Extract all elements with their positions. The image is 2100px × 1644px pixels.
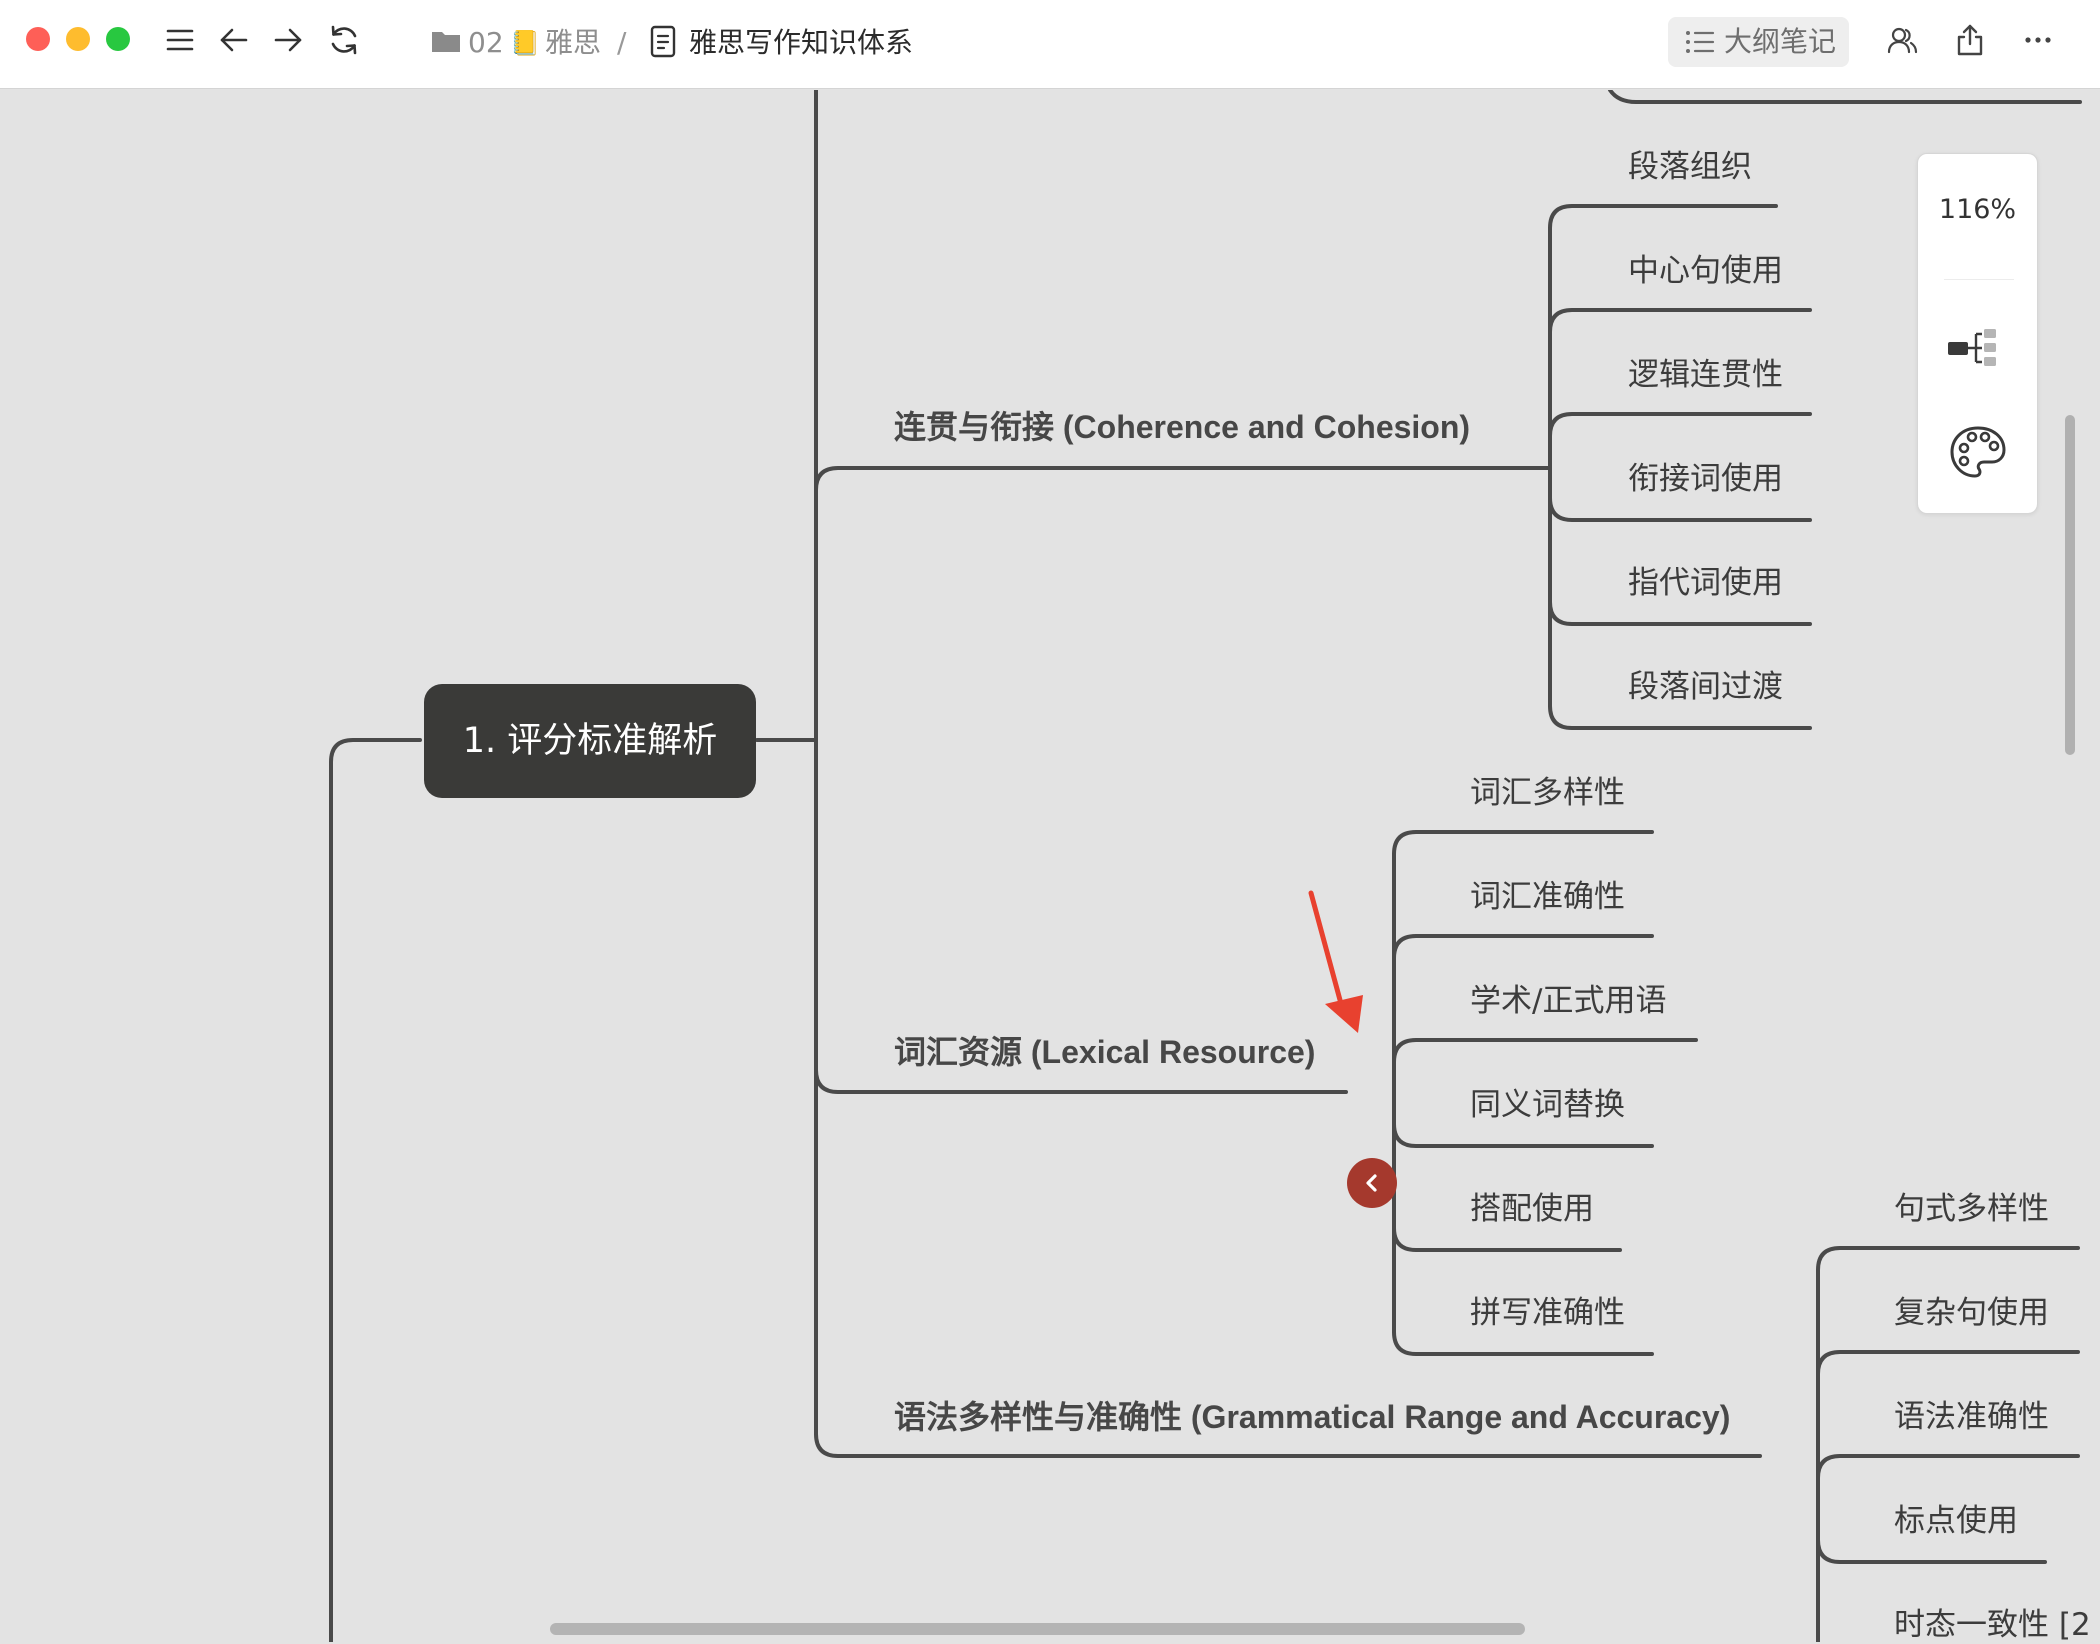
- leaf-sentence-variety[interactable]: 句式多样性: [1894, 1183, 2049, 1228]
- panel-divider: [1944, 279, 2014, 280]
- leaf-collocation[interactable]: 搭配使用: [1470, 1183, 1594, 1228]
- zoom-level[interactable]: 116%: [1918, 194, 2037, 225]
- leaf-paragraph-transition[interactable]: 段落间过渡: [1628, 661, 1783, 706]
- vertical-scrollbar[interactable]: [2065, 415, 2075, 755]
- collaborate-icon[interactable]: [1884, 22, 1920, 58]
- structure-icon[interactable]: [1946, 324, 2010, 372]
- view-control-panel: 116%: [1917, 153, 2038, 514]
- refresh-icon[interactable]: [326, 22, 362, 58]
- branch-coherence-cohesion[interactable]: 连贯与衔接 (Coherence and Cohesion): [894, 402, 1470, 448]
- breadcrumb-separator: /: [617, 26, 627, 59]
- root-node-label: 1. 评分标准解析: [462, 721, 718, 761]
- outline-notes-button[interactable]: 大纲笔记: [1668, 17, 1849, 67]
- breadcrumb-notebook[interactable]: 雅思: [545, 0, 601, 86]
- horizontal-scrollbar[interactable]: [550, 1623, 1525, 1635]
- notebook-emoji-icon: 📒: [510, 29, 540, 57]
- leaf-tense-consistency[interactable]: 时态一致性 [2: [1894, 1599, 2091, 1644]
- leaf-paragraph-organization[interactable]: 段落组织: [1628, 141, 1752, 186]
- more-icon[interactable]: [2020, 22, 2056, 58]
- document-icon: [650, 25, 676, 58]
- branch-grammatical-range[interactable]: 语法多样性与准确性 (Grammatical Range and Accurac…: [894, 1392, 1730, 1438]
- mindmap-canvas[interactable]: 1. 评分标准解析 连贯与衔接 (Coherence and Cohesion)…: [0, 90, 2100, 1644]
- title-bar: 02 📒 雅思 / 雅思写作知识体系 大纲笔记: [0, 0, 2100, 89]
- folder-icon: [432, 32, 460, 52]
- leaf-logical-coherence[interactable]: 逻辑连贯性: [1628, 349, 1783, 394]
- zoom-window-button[interactable]: [106, 27, 130, 51]
- leaf-reference-words[interactable]: 指代词使用: [1628, 557, 1783, 602]
- minimize-window-button[interactable]: [66, 27, 90, 51]
- mindmap-root-node[interactable]: 1. 评分标准解析: [424, 684, 756, 798]
- leaf-topic-sentence[interactable]: 中心句使用: [1628, 245, 1783, 290]
- outline-notes-label: 大纲笔记: [1724, 25, 1837, 58]
- collapse-branch-button[interactable]: [1347, 1158, 1397, 1208]
- leaf-spelling-accuracy[interactable]: 拼写准确性: [1470, 1287, 1625, 1332]
- leaf-complex-sentences[interactable]: 复杂句使用: [1894, 1287, 2049, 1332]
- share-icon[interactable]: [1952, 22, 1988, 58]
- forward-arrow-icon[interactable]: [270, 22, 306, 58]
- leaf-academic-language[interactable]: 学术/正式用语: [1470, 975, 1666, 1020]
- branch-lexical-resource[interactable]: 词汇资源 (Lexical Resource): [894, 1027, 1315, 1073]
- leaf-punctuation[interactable]: 标点使用: [1894, 1495, 2018, 1540]
- list-icon: [1686, 31, 1715, 53]
- chevron-left-icon: [1366, 1174, 1377, 1192]
- leaf-lexical-variety[interactable]: 词汇多样性: [1470, 767, 1625, 812]
- red-arrow-annotation: [1308, 890, 1363, 1033]
- leaf-grammar-accuracy[interactable]: 语法准确性: [1894, 1391, 2049, 1436]
- back-arrow-icon[interactable]: [216, 22, 252, 58]
- menu-icon[interactable]: [162, 22, 198, 58]
- breadcrumb-folder[interactable]: 02: [468, 0, 504, 86]
- document-title[interactable]: 雅思写作知识体系: [689, 0, 913, 86]
- leaf-cohesive-devices[interactable]: 衔接词使用: [1628, 453, 1783, 498]
- theme-palette-icon[interactable]: [1948, 424, 2008, 480]
- close-window-button[interactable]: [26, 27, 50, 51]
- leaf-synonym-replacement[interactable]: 同义词替换: [1470, 1079, 1625, 1124]
- leaf-lexical-accuracy[interactable]: 词汇准确性: [1470, 871, 1625, 916]
